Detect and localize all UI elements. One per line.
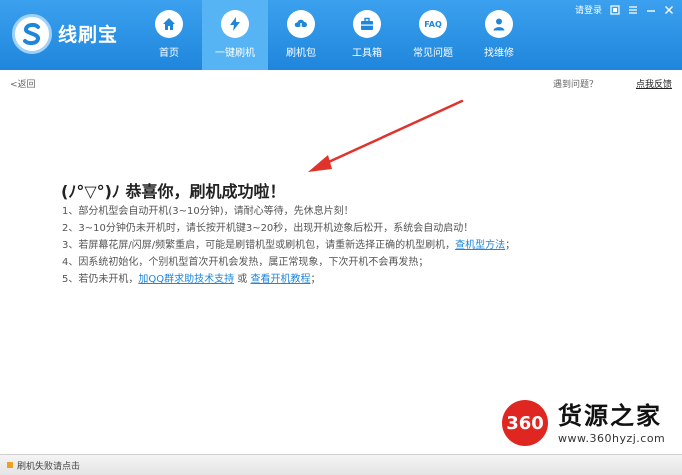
back-link[interactable]: <返回 xyxy=(10,77,36,90)
tips-list: 1、部分机型会自动开机(3~10分钟)，请耐心等待，先休息片刻！ 2、3~10分… xyxy=(62,204,587,289)
nav-find-repair[interactable]: 找维修 xyxy=(466,0,532,70)
success-title: (ﾉ°▽°)ﾉ 恭喜你，刷机成功啦！ xyxy=(61,182,286,201)
nav-label: 常见问题 xyxy=(413,48,453,59)
nav-one-click-flash[interactable]: 一键刷机 xyxy=(202,0,268,70)
tip-connector: 或 xyxy=(234,274,251,285)
status-bar: 刷机失败请点击 xyxy=(0,454,682,475)
cloud-download-icon xyxy=(287,10,315,38)
app-logo: 线刷宝 xyxy=(12,14,132,54)
tip-text: 4、因系统初始化，个别机型首次开机会发热，属正常现象，下次开机不会再发热； xyxy=(62,257,429,268)
nav-label: 一键刷机 xyxy=(215,48,255,59)
top-bar: 线刷宝 首页 一键刷机 刷机包 工具箱 FAQ 常见问题 找维修 请登录 xyxy=(0,0,682,70)
window-controls: 请登录 xyxy=(575,3,674,16)
tip-item: 3、若屏幕花屏/闪屏/频繁重启，可能是刷错机型或刷机包，请重新选择正确的机型刷机… xyxy=(62,238,587,254)
check-model-method-link[interactable]: 查机型方法 xyxy=(455,240,505,251)
tip-item: 1、部分机型会自动开机(3~10分钟)，请耐心等待，先休息片刻！ xyxy=(62,204,587,220)
watermark-title: 货源之家 xyxy=(558,402,662,430)
tip-text: 2、3~10分钟仍未开机时，请长按开机键3~20秒，出现开机迹象后松开，系统会自… xyxy=(62,223,474,234)
watermark-url: www.360hyzj.com xyxy=(558,432,666,445)
nav-label: 刷机包 xyxy=(286,48,316,59)
nav-home[interactable]: 首页 xyxy=(136,0,202,70)
app-name: 线刷宝 xyxy=(58,24,119,46)
flash-failed-link[interactable]: 刷机失败请点击 xyxy=(17,459,80,472)
close-icon[interactable] xyxy=(663,4,674,15)
tip-text: 3、若屏幕花屏/闪屏/频繁重启，可能是刷错机型或刷机包，请重新选择正确的机型刷机… xyxy=(62,240,456,251)
nav-label: 工具箱 xyxy=(352,48,382,59)
annotation-arrow xyxy=(308,99,464,172)
problem-text: 遇到问题？ xyxy=(552,80,598,90)
tip-tail: ； xyxy=(310,274,321,285)
user-icon xyxy=(485,10,513,38)
tip-item: 5、若仍未开机，加QQ群求助技术支持 或 查看开机教程； xyxy=(62,272,587,288)
nav-label: 首页 xyxy=(159,48,179,59)
minimize-icon[interactable] xyxy=(645,4,656,15)
menu-icon[interactable] xyxy=(627,4,638,15)
toolbox-icon xyxy=(353,10,381,38)
watermark: 360 货源之家 www.360hyzj.com xyxy=(502,396,678,452)
tip-text: 1、部分机型会自动开机(3~10分钟)，请耐心等待，先休息片刻！ xyxy=(62,206,354,217)
faq-icon: FAQ xyxy=(419,10,447,38)
tip-text: 5、若仍未开机， xyxy=(62,274,139,285)
warning-icon xyxy=(7,462,13,468)
tip-item: 4、因系统初始化，个别机型首次开机会发热，属正常现象，下次开机不会再发热； xyxy=(62,255,587,271)
login-link[interactable]: 请登录 xyxy=(575,3,602,16)
main-nav: 首页 一键刷机 刷机包 工具箱 FAQ 常见问题 找维修 xyxy=(136,0,532,70)
nav-faq[interactable]: FAQ 常见问题 xyxy=(400,0,466,70)
sub-bar: <返回 遇到问题？ 点我反馈 xyxy=(0,70,682,92)
nav-rom-package[interactable]: 刷机包 xyxy=(268,0,334,70)
feedback-link[interactable]: 点我反馈 xyxy=(636,77,672,90)
logo-icon xyxy=(12,14,52,54)
boot-tutorial-link[interactable]: 查看开机教程 xyxy=(250,274,310,285)
nav-label: 找维修 xyxy=(484,48,514,59)
nav-toolbox[interactable]: 工具箱 xyxy=(334,0,400,70)
faq-badge-text: FAQ xyxy=(424,19,442,29)
qq-group-support-link[interactable]: 加QQ群求助技术支持 xyxy=(138,274,234,285)
home-icon xyxy=(155,10,183,38)
tip-item: 2、3~10分钟仍未开机时，请长按开机键3~20秒，出现开机迹象后松开，系统会自… xyxy=(62,221,587,237)
lightning-icon xyxy=(221,10,249,38)
skin-icon[interactable] xyxy=(609,4,620,15)
watermark-badge: 360 xyxy=(502,400,548,446)
tip-tail: ； xyxy=(505,240,516,251)
